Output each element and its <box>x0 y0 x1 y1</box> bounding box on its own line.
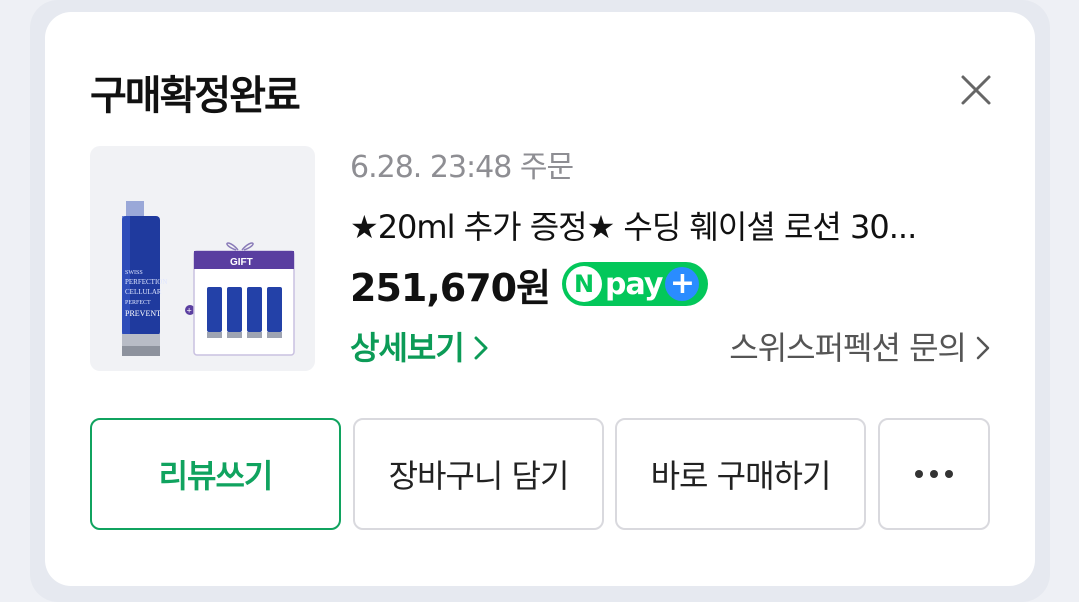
svg-text:PERFECT: PERFECT <box>125 300 151 306</box>
price: 251,670원 <box>350 265 551 310</box>
npay-plus-badge: N pay + <box>562 262 709 306</box>
view-details-link[interactable]: 상세보기 <box>350 326 488 370</box>
svg-text:SWISS: SWISS <box>125 270 143 276</box>
seller-inquiry-label: 스위스퍼펙션 문의 <box>729 329 967 367</box>
view-details-label: 상세보기 <box>350 329 465 367</box>
svg-text:CELLULAR: CELLULAR <box>125 288 162 296</box>
npay-text: pay <box>605 266 663 302</box>
product-thumbnail[interactable]: SWISS PERFECTION CELLULAR PERFECT PREVEN… <box>90 146 315 371</box>
close-button[interactable] <box>960 74 992 106</box>
svg-text:+: + <box>187 306 192 316</box>
more-dots-icon <box>915 470 953 478</box>
svg-text:PREVENT: PREVENT <box>125 309 161 318</box>
purchase-confirmed-card: 구매확정완료 SWISS PERFECTION CELLULAR PERFECT… <box>45 12 1035 586</box>
buy-now-button[interactable]: 바로 구매하기 <box>615 418 866 530</box>
npay-plus-icon: + <box>665 267 700 301</box>
svg-text:GIFT: GIFT <box>230 257 253 268</box>
product-image: SWISS PERFECTION CELLULAR PERFECT PREVEN… <box>122 201 295 356</box>
price-row: 251,670원 N pay + <box>350 260 709 310</box>
chevron-right-icon <box>976 336 990 360</box>
close-icon <box>961 75 991 105</box>
page-title: 구매확정완료 <box>90 73 301 119</box>
add-to-cart-button[interactable]: 장바구니 담기 <box>353 418 604 530</box>
seller-inquiry-link[interactable]: 스위스퍼펙션 문의 <box>729 326 990 370</box>
chevron-right-icon <box>474 336 488 360</box>
more-options-button[interactable] <box>878 418 990 530</box>
write-review-button[interactable]: 리뷰쓰기 <box>90 418 341 530</box>
npay-n-icon: N <box>566 266 603 302</box>
svg-text:PERFECTION: PERFECTION <box>125 278 167 286</box>
order-date: 6.28. 23:48 주문 <box>350 150 574 185</box>
product-name[interactable]: ★20ml 추가 증정★ 수딩 훼이셜 로션 30... <box>350 206 990 248</box>
